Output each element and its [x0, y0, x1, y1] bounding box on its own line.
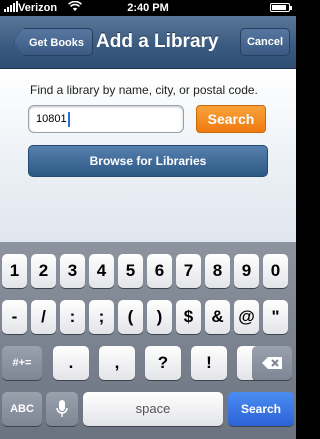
back-button[interactable]: Get Books	[14, 28, 94, 56]
key-exclamation[interactable]: !	[191, 346, 227, 380]
key-1[interactable]: 1	[2, 254, 27, 288]
search-panel: Find a library by name, city, or postal …	[0, 69, 296, 242]
page-title: Add a Library	[96, 31, 219, 52]
keyboard: 1 2 3 4 5 6 7 8 9 0 - / : ; ( ) $ & @ " …	[0, 242, 296, 439]
key-more-symbols[interactable]: #+=	[2, 346, 42, 380]
search-button[interactable]: Search	[196, 105, 266, 133]
key-space[interactable]: space	[83, 392, 223, 426]
key-hyphen[interactable]: -	[2, 300, 27, 334]
key-5[interactable]: 5	[118, 254, 143, 288]
microphone-icon[interactable]	[46, 392, 78, 426]
key-4[interactable]: 4	[89, 254, 114, 288]
cancel-button[interactable]: Cancel	[240, 28, 290, 56]
key-comma[interactable]: ,	[99, 346, 135, 380]
key-3[interactable]: 3	[60, 254, 85, 288]
screen: Verizon 2:40 PM Get Books Add a Library …	[0, 0, 296, 439]
key-open-paren[interactable]: (	[118, 300, 143, 334]
library-search-input[interactable]: 10801	[28, 105, 184, 133]
search-input-value: 10801	[36, 113, 67, 125]
key-at[interactable]: @	[234, 300, 259, 334]
navigation-bar: Get Books Add a Library Cancel	[0, 16, 296, 69]
battery-icon	[270, 3, 292, 12]
key-close-paren[interactable]: )	[147, 300, 172, 334]
key-0[interactable]: 0	[263, 254, 288, 288]
search-prompt: Find a library by name, city, or postal …	[30, 83, 258, 97]
backspace-icon[interactable]	[252, 346, 292, 380]
text-cursor	[67, 111, 70, 127]
key-ampersand[interactable]: &	[205, 300, 230, 334]
key-9[interactable]: 9	[234, 254, 259, 288]
key-colon[interactable]: :	[60, 300, 85, 334]
keyboard-search-key[interactable]: Search	[228, 392, 294, 426]
key-slash[interactable]: /	[31, 300, 56, 334]
key-period[interactable]: .	[53, 346, 89, 380]
key-semicolon[interactable]: ;	[89, 300, 114, 334]
browse-libraries-button[interactable]: Browse for Libraries	[28, 145, 268, 177]
key-abc[interactable]: ABC	[2, 392, 42, 426]
key-6[interactable]: 6	[147, 254, 172, 288]
key-quote[interactable]: "	[263, 300, 288, 334]
key-2[interactable]: 2	[31, 254, 56, 288]
status-time: 2:40 PM	[127, 2, 169, 14]
key-7[interactable]: 7	[176, 254, 201, 288]
status-bar: Verizon 2:40 PM	[0, 0, 296, 16]
key-dollar[interactable]: $	[176, 300, 201, 334]
key-question[interactable]: ?	[145, 346, 181, 380]
key-8[interactable]: 8	[205, 254, 230, 288]
